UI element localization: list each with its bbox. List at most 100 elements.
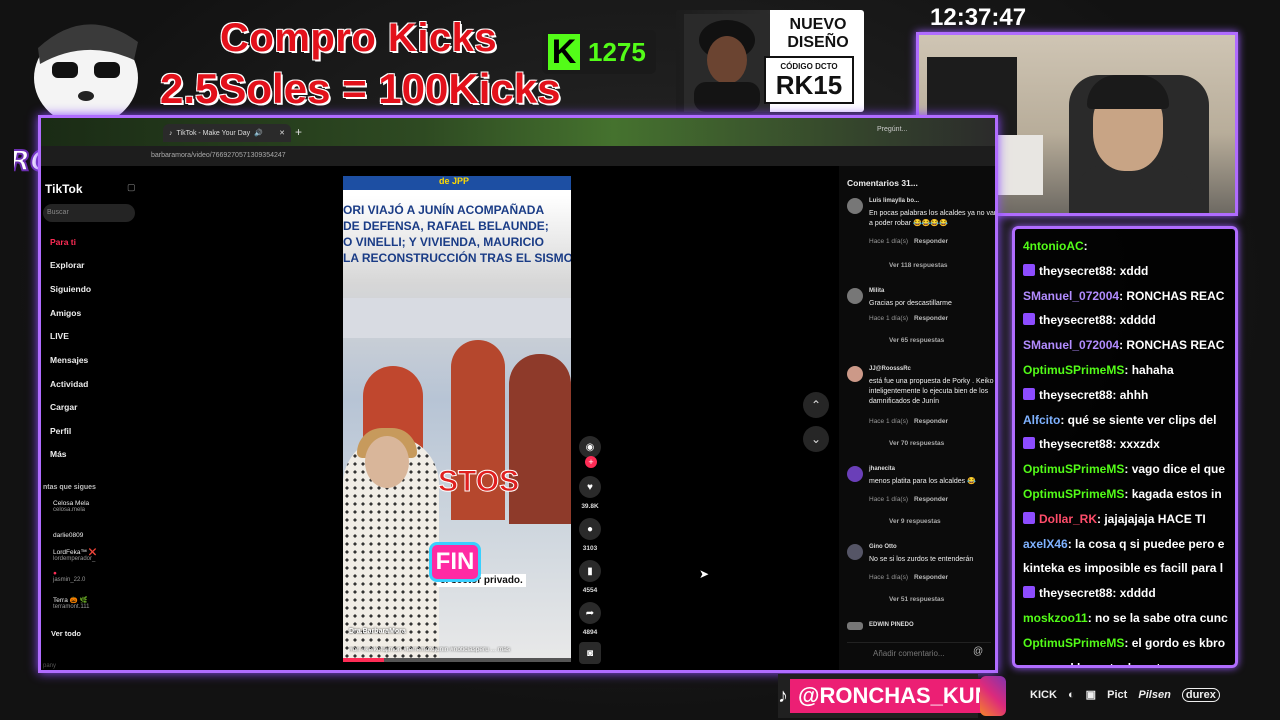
nav-activity[interactable]: Actividad bbox=[50, 379, 88, 389]
chat-username[interactable]: theysecret88 bbox=[1039, 264, 1112, 278]
previous-video-chevron-up-icon[interactable]: ⌃ bbox=[803, 392, 829, 418]
chat-username[interactable]: 4ntonioAC bbox=[1023, 239, 1084, 253]
video-presenter-face bbox=[365, 436, 409, 488]
nav-live[interactable]: LIVE bbox=[50, 331, 69, 341]
nav-more[interactable]: Más bbox=[50, 449, 67, 459]
nav-following[interactable]: Siguiendo bbox=[50, 284, 91, 294]
video-author[interactable]: Dra.BarbaraMora bbox=[349, 628, 406, 635]
chat-username[interactable]: moskzoo11 bbox=[1023, 611, 1088, 625]
view-replies-link[interactable]: Ver 51 respuestas bbox=[889, 596, 944, 603]
subscriber-badge-icon bbox=[1023, 511, 1035, 524]
chat-username[interactable]: axelX46 bbox=[1023, 537, 1068, 551]
chat-username[interactable]: OptimuSPrimeMS bbox=[1023, 487, 1124, 501]
video-description[interactable]: #ori #keikofujimori #terremotojunin #not… bbox=[349, 646, 569, 653]
comment-username[interactable]: EDWIN PINEDO bbox=[869, 622, 914, 628]
chat-username[interactable]: theysecret88 bbox=[1039, 586, 1112, 600]
comment-username[interactable]: JJ@RoosssRc bbox=[869, 366, 911, 372]
video-background-banner bbox=[343, 298, 571, 338]
tiktok-video-player[interactable]: de JPP ORI VIAJÓ A JUNÍN ACOMPAÑADA DE D… bbox=[343, 176, 571, 662]
chat-username[interactable]: theysecret88 bbox=[1039, 388, 1112, 402]
following-account[interactable]: darlie0809 bbox=[53, 532, 83, 539]
chat-username[interactable]: theysecret88 bbox=[1039, 313, 1112, 327]
creator-avatar[interactable]: ◉ bbox=[579, 436, 601, 458]
tiktok-logo[interactable]: TikTok bbox=[45, 182, 83, 196]
chat-text: : el gordo es kbro bbox=[1124, 635, 1226, 650]
comment-meta: Hace 1 día(s) Responder bbox=[869, 238, 948, 245]
comment-meta: Hace 1 día(s) Responder bbox=[869, 574, 948, 581]
instagram-icon bbox=[980, 676, 1006, 716]
ask-assistant-button[interactable]: Pregúnt... bbox=[877, 126, 907, 133]
avatar[interactable] bbox=[847, 622, 863, 630]
chat-username[interactable]: Alfcito bbox=[1023, 413, 1060, 427]
following-account[interactable]: ● jasmin_22.0 bbox=[53, 570, 85, 583]
avatar[interactable] bbox=[847, 366, 863, 382]
view-replies-link[interactable]: Ver 70 respuestas bbox=[889, 440, 944, 447]
comment-username[interactable]: Milita bbox=[869, 288, 884, 294]
nav-messages[interactable]: Mensajes bbox=[50, 355, 88, 365]
address-bar[interactable]: barbaramora/video/7669270571309354247 bbox=[41, 146, 995, 166]
chat-username[interactable]: Dollar_RK bbox=[1039, 512, 1097, 526]
comment-input[interactable]: Añadir comentario... bbox=[847, 642, 991, 662]
following-account[interactable]: LordFeka™ ❌ lordemperador_ bbox=[53, 548, 97, 562]
like-heart-icon[interactable]: ♥ bbox=[579, 476, 601, 498]
avatar[interactable] bbox=[847, 198, 863, 214]
avatar[interactable] bbox=[847, 544, 863, 560]
chat-username[interactable]: SManuel_072004 bbox=[1023, 289, 1119, 303]
comment-meta: Hace 1 día(s) Responder bbox=[869, 315, 948, 322]
chat-username[interactable]: theysecret88 bbox=[1039, 437, 1112, 451]
video-caption: ORI VIAJÓ A JUNÍN ACOMPAÑADA DE DEFENSA,… bbox=[343, 203, 571, 265]
chat-message: theysecret88: xdddd bbox=[1023, 586, 1235, 601]
chat-username[interactable]: OptimuSPrimeMS bbox=[1023, 636, 1124, 650]
mention-at-icon[interactable]: @ bbox=[973, 646, 983, 657]
tab-audio-icon[interactable]: 🔊 bbox=[254, 129, 263, 137]
chat-username[interactable]: OptimuSPrimeMS bbox=[1023, 462, 1124, 476]
video-progress-fill bbox=[343, 658, 385, 662]
chat-text: : xddd bbox=[1112, 263, 1149, 278]
chat-text: : bbox=[1083, 239, 1088, 253]
tab-close-icon[interactable]: ✕ bbox=[279, 129, 285, 137]
search-input[interactable]: Buscar bbox=[43, 204, 135, 222]
reply-link[interactable]: Responder bbox=[914, 238, 948, 245]
chat-text: : RONCHAS REAC bbox=[1119, 288, 1225, 303]
next-video-chevron-down-icon[interactable]: ⌄ bbox=[803, 426, 829, 452]
see-all-link[interactable]: Ver todo bbox=[51, 629, 81, 638]
nav-explore[interactable]: Explorar bbox=[50, 260, 85, 270]
avatar[interactable] bbox=[847, 466, 863, 482]
comment-username[interactable]: Luis limaylla bo... bbox=[869, 198, 919, 204]
new-tab-button[interactable]: + bbox=[295, 125, 302, 139]
following-account[interactable]: Celosa Mela celosa.mela bbox=[53, 500, 89, 513]
comment-icon[interactable]: ● bbox=[579, 518, 601, 540]
nav-upload[interactable]: Cargar bbox=[50, 402, 77, 412]
view-replies-link[interactable]: Ver 9 respuestas bbox=[889, 518, 941, 525]
nav-profile[interactable]: Perfil bbox=[50, 426, 71, 436]
nav-for-you[interactable]: Para ti bbox=[50, 237, 76, 247]
video-progress-bar[interactable] bbox=[343, 658, 571, 662]
tiktok-handle: @RONCHAS_KUN bbox=[790, 679, 999, 713]
chat-message: OptimuSPrimeMS: kagada estos in bbox=[1023, 487, 1235, 502]
chat-text: kinteka es imposible es facill para l bbox=[1023, 561, 1224, 576]
mouse-cursor-icon: ➤ bbox=[699, 567, 710, 581]
avatar[interactable] bbox=[847, 288, 863, 304]
bookmark-icon[interactable]: ▮ bbox=[579, 560, 601, 582]
follow-plus-icon[interactable]: + bbox=[585, 456, 597, 468]
chat-username[interactable]: SManuel_072004 bbox=[1023, 338, 1119, 352]
share-arrow-icon[interactable]: ➦ bbox=[579, 602, 601, 624]
nav-friends[interactable]: Amigos bbox=[50, 308, 81, 318]
tab-title: TikTok - Make Your Day bbox=[176, 129, 251, 137]
reply-link[interactable]: Responder bbox=[914, 496, 948, 503]
chat-message: OptimuSPrimeMS: hahaha bbox=[1023, 363, 1235, 378]
view-replies-link[interactable]: Ver 118 respuestas bbox=[889, 262, 948, 269]
comment-item: EDWIN PINEDO bbox=[847, 622, 995, 640]
comment-username[interactable]: Gino Otto bbox=[869, 544, 897, 550]
chat-username[interactable]: OptimuSPrimeMS bbox=[1023, 363, 1124, 377]
view-replies-link[interactable]: Ver 65 respuestas bbox=[889, 337, 944, 344]
reply-link[interactable]: Responder bbox=[914, 418, 948, 425]
browser-tab-tiktok[interactable]: ♪ TikTok - Make Your Day 🔊 ✕ bbox=[163, 124, 291, 142]
music-disc-icon[interactable]: ◙ bbox=[579, 642, 601, 664]
sidebar-collapse-icon[interactable]: ▢ bbox=[127, 182, 136, 193]
reply-link[interactable]: Responder bbox=[914, 574, 948, 581]
chat-message: OptimuSPrimeMS: el gordo es kbro bbox=[1023, 635, 1235, 651]
comment-username[interactable]: jhanecita bbox=[869, 466, 895, 472]
reply-link[interactable]: Responder bbox=[914, 315, 948, 322]
following-account[interactable]: Terra 🎃 🌿 terramont.111 bbox=[53, 596, 89, 610]
